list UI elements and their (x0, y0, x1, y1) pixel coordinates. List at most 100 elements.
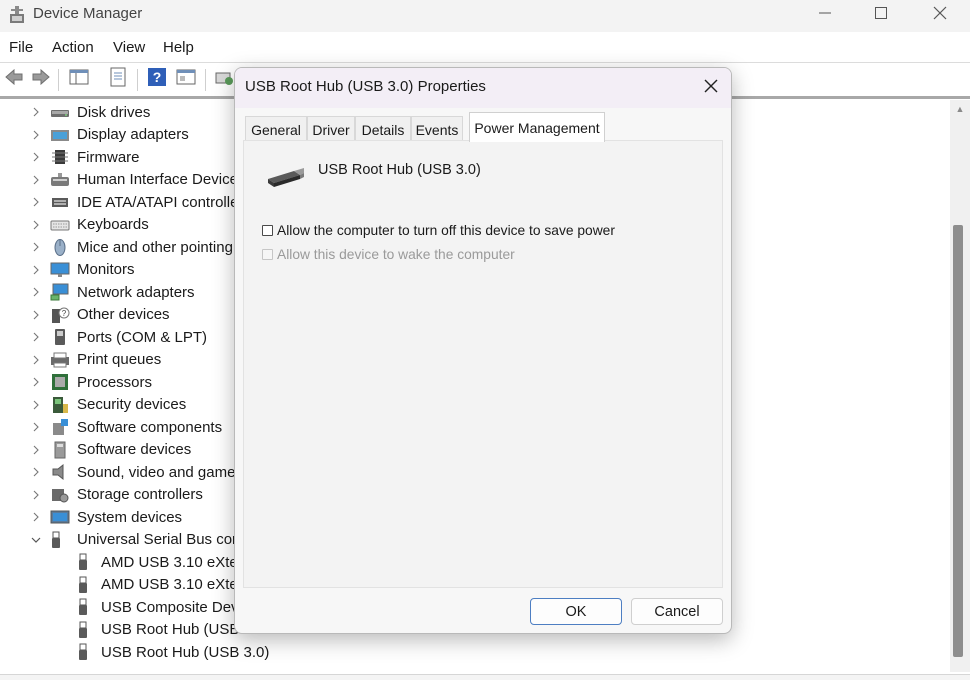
forward-arrow-icon (31, 68, 51, 89)
tree-category-label: IDE ATA/ATAPI controllers (77, 193, 251, 211)
forward-button[interactable] (30, 67, 52, 91)
chevron-right-icon[interactable] (30, 376, 42, 388)
usb-icon (77, 576, 91, 594)
tree-category-label: Firmware (77, 148, 140, 166)
network-adapter-icon (50, 283, 70, 301)
device-name: USB Root Hub (USB 3.0) (318, 162, 481, 178)
mouse-icon (50, 238, 70, 256)
scroll-up-icon[interactable]: ▲ (954, 104, 966, 114)
usb-icon (77, 553, 91, 571)
tree-category-label: Processors (77, 373, 153, 391)
processor-icon (50, 373, 70, 391)
device-manager-icon (8, 5, 26, 25)
tab-power-management[interactable]: Power Management (469, 112, 605, 142)
details-view-button[interactable] (175, 67, 197, 91)
tree-category-label: Software components (77, 418, 223, 436)
chevron-right-icon[interactable] (30, 466, 42, 478)
cancel-button[interactable]: Cancel (631, 598, 723, 625)
tab-driver[interactable]: Driver (307, 116, 355, 142)
tab-details[interactable]: Details (355, 116, 411, 142)
storage-controller-icon (50, 486, 70, 504)
ok-button[interactable]: OK (530, 598, 622, 625)
tree-category-label: Software devices (77, 441, 192, 458)
svg-text:?: ? (62, 309, 67, 318)
tree-category-label: Sound, video and game (77, 463, 236, 481)
svg-text:?: ? (153, 69, 162, 85)
help-button[interactable]: ? (146, 67, 168, 91)
chevron-right-icon[interactable] (30, 331, 42, 343)
tree-category-label: Universal Serial Bus cont (77, 531, 245, 548)
tab-events[interactable]: Events (411, 116, 463, 142)
menu-action[interactable]: Action (52, 39, 94, 56)
tree-category-label: Human Interface Devices (77, 171, 246, 188)
dialog-close-button[interactable] (697, 75, 725, 101)
hid-icon (50, 171, 70, 189)
menu-view[interactable]: View (113, 39, 145, 56)
tree-category-label: Monitors (77, 261, 135, 278)
allow-turn-off-label[interactable]: Allow the computer to turn off this devi… (277, 223, 615, 238)
tree-category-label: Disk drives (77, 103, 151, 121)
power-management-panel: USB Root Hub (USB 3.0) Allow the compute… (243, 140, 723, 588)
toolbar-separator (58, 69, 59, 91)
menu-help[interactable]: Help (163, 39, 194, 56)
port-icon (50, 328, 70, 346)
chevron-right-icon[interactable] (30, 286, 42, 298)
tree-category-label: Keyboards (77, 216, 149, 233)
dialog-title: USB Root Hub (USB 3.0) Properties (245, 78, 486, 95)
tree-device-label: USB Root Hub (USB 3.0) (101, 643, 270, 661)
show-hide-tree-button[interactable] (68, 67, 90, 91)
scan-hardware-button[interactable] (213, 67, 235, 91)
tree-device-label: USB Composite Devi (101, 598, 242, 616)
chevron-right-icon[interactable] (30, 241, 42, 253)
chevron-right-icon[interactable] (30, 489, 42, 501)
usb-icon (77, 643, 91, 661)
chevron-right-icon[interactable] (30, 511, 42, 523)
chevron-right-icon[interactable] (30, 151, 42, 163)
details-view-icon (176, 68, 196, 90)
help-icon: ? (147, 67, 167, 91)
properties-button[interactable] (107, 67, 129, 91)
chevron-right-icon[interactable] (30, 219, 42, 231)
minimize-button[interactable] (797, 0, 853, 30)
chevron-right-icon[interactable] (30, 421, 42, 433)
allow-wake-label: Allow this device to wake the computer (277, 246, 515, 262)
close-icon (704, 79, 718, 97)
tree-device-label: AMD USB 3.10 eXten (101, 553, 247, 571)
close-button[interactable] (912, 0, 968, 30)
usb-icon (77, 598, 91, 616)
maximize-button[interactable] (853, 0, 909, 30)
scrollbar-thumb[interactable] (953, 225, 963, 657)
unknown-device-icon: ? (50, 306, 70, 324)
monitor-icon (50, 261, 70, 279)
allow-turn-off-checkbox[interactable] (262, 224, 273, 236)
chevron-right-icon[interactable] (30, 106, 42, 118)
status-bar (0, 674, 970, 680)
chevron-right-icon[interactable] (30, 174, 42, 186)
chevron-down-icon[interactable] (30, 534, 42, 546)
menu-file[interactable]: File (9, 39, 33, 56)
tree-device-item[interactable]: USB Root Hub (USB 3.0) (0, 641, 300, 663)
security-device-icon (50, 396, 70, 414)
back-arrow-icon (4, 68, 24, 89)
chevron-right-icon[interactable] (30, 309, 42, 321)
chevron-right-icon[interactable] (30, 354, 42, 366)
ide-controller-icon (50, 193, 70, 211)
firmware-icon (50, 148, 70, 166)
tab-general[interactable]: General (245, 116, 307, 142)
back-button[interactable] (3, 67, 25, 91)
close-icon (933, 6, 947, 24)
allow-wake-checkbox (262, 248, 273, 260)
allow-wake-option: Allow this device to wake the computer (262, 245, 515, 263)
chevron-right-icon[interactable] (30, 129, 42, 141)
tree-category-label: Network adapters (77, 283, 195, 301)
minimize-icon (819, 7, 831, 23)
properties-icon (108, 67, 128, 91)
chevron-right-icon[interactable] (30, 196, 42, 208)
dialog-tabs: General Driver Details Events Power Mana… (243, 112, 723, 142)
chevron-right-icon[interactable] (30, 444, 42, 456)
display-adapter-icon (50, 126, 70, 144)
allow-turn-off-option[interactable]: Allow the computer to turn off this devi… (262, 221, 615, 239)
chevron-right-icon[interactable] (30, 399, 42, 411)
tree-category-label: System devices (77, 508, 183, 526)
chevron-right-icon[interactable] (30, 264, 42, 276)
